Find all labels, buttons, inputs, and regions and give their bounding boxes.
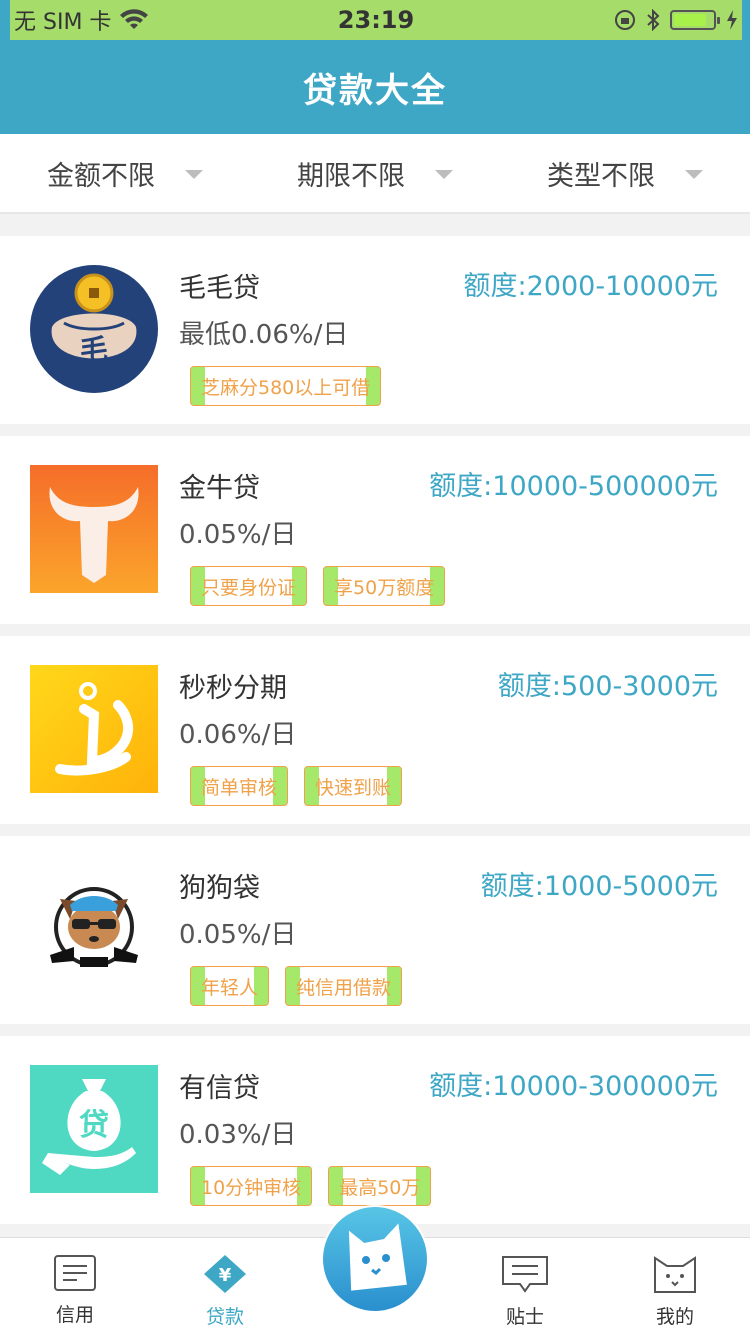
filter-amount-label: 金额不限: [47, 160, 155, 192]
loan-name: 狗狗袋: [179, 873, 260, 904]
loan-name: 秒秒分期: [179, 673, 287, 704]
tab-credit[interactable]: 信用: [0, 1238, 150, 1334]
filter-type[interactable]: 类型不限: [500, 134, 750, 212]
battery-icon: [670, 10, 720, 30]
tab-label: 我的: [655, 1306, 694, 1328]
message-icon: [502, 1256, 548, 1293]
filter-amount[interactable]: 金额不限: [0, 134, 250, 212]
tab-label: 信用: [55, 1304, 94, 1326]
logo-char: 贷: [79, 1108, 109, 1143]
loan-name: 金牛贷: [179, 473, 260, 504]
loan-tags: 只要身份证 享50万额度: [190, 566, 446, 606]
loan-quota: 额度:2000-10000元: [463, 271, 718, 302]
status-right: [614, 9, 738, 31]
loan-rate: 0.06%/日: [179, 720, 297, 750]
tab-label: 贷款: [205, 1306, 244, 1328]
loan-tag: 只要身份证: [190, 566, 308, 606]
loan-tag: 芝麻分580以上可借: [190, 366, 382, 406]
logo-char: 毛: [80, 333, 108, 366]
caret-down-icon: [685, 169, 703, 179]
page-title: 贷款大全: [303, 70, 447, 111]
wifi-icon: [120, 9, 149, 29]
filter-term-label: 期限不限: [297, 160, 405, 192]
loan-rate: 最低0.06%/日: [179, 320, 349, 350]
loan-tag: 简单审核: [190, 766, 289, 806]
loan-card[interactable]: 毛 毛毛贷 最低0.06%/日 额度:2000-10000元 芝麻分580以上可…: [0, 236, 750, 424]
caret-down-icon: [435, 169, 453, 179]
loan-rate: 0.05%/日: [179, 520, 297, 550]
loan-quota: 额度:10000-500000元: [429, 471, 718, 502]
loan-tags: 10分钟审核 最高50万: [190, 1166, 432, 1206]
loan-quota: 额度:500-3000元: [497, 671, 718, 702]
cat-outline-icon: [654, 1256, 696, 1293]
loan-quota: 额度:10000-300000元: [429, 1071, 718, 1102]
document-icon: [54, 1255, 96, 1291]
tab-label: 贴士: [505, 1306, 544, 1328]
loan-tag: 享50万额度: [323, 566, 446, 606]
dog-logo-icon: [30, 865, 158, 993]
money-bag-logo-icon: 毛: [30, 265, 158, 393]
tab-loans[interactable]: ¥ 贷款: [150, 1238, 300, 1334]
tab-mine[interactable]: 我的: [600, 1238, 750, 1334]
filter-bar: 金额不限 期限不限 类型不限: [0, 134, 750, 214]
status-bar-inner: 无 SIM 卡 23:19: [10, 0, 742, 40]
cat-face-icon: [348, 1223, 407, 1291]
money-bag-hand-logo-icon: 贷: [30, 1065, 158, 1193]
center-button-face: [323, 1207, 427, 1311]
loan-tags: 简单审核 快速到账: [190, 766, 403, 806]
loan-card[interactable]: 贷 有信贷 0.03%/日 额度:10000-300000元 10分钟审核 最高…: [0, 1036, 750, 1224]
filter-term[interactable]: 期限不限: [250, 134, 500, 212]
bull-logo-icon: [30, 465, 158, 593]
loan-name: 毛毛贷: [179, 273, 260, 304]
battery-fill: [674, 14, 707, 26]
rotation-lock-icon: [615, 10, 635, 30]
carrier-label: 无 SIM 卡: [14, 10, 112, 35]
caret-down-icon: [185, 169, 203, 179]
tab-tips[interactable]: 贴士: [450, 1238, 600, 1334]
loan-card[interactable]: 秒秒分期 0.06%/日 额度:500-3000元 简单审核 快速到账: [0, 636, 750, 824]
loan-card[interactable]: 狗狗袋 0.05%/日 额度:1000-5000元 年轻人 纯信用借款: [0, 836, 750, 1024]
status-left: 无 SIM 卡: [14, 4, 149, 36]
filter-type-label: 类型不限: [547, 160, 655, 192]
bluetooth-icon: [647, 9, 660, 31]
loan-tag: 快速到账: [304, 766, 403, 806]
loan-tag: 10分钟审核: [190, 1166, 313, 1206]
charging-icon: [727, 10, 737, 30]
loan-quota: 额度:1000-5000元: [480, 871, 718, 902]
loan-card[interactable]: 金牛贷 0.05%/日 额度:10000-500000元 只要身份证 享50万额…: [0, 436, 750, 624]
loan-tag: 最高50万: [328, 1166, 432, 1206]
loan-tags: 芝麻分580以上可借: [190, 366, 382, 406]
loan-tag: 年轻人: [190, 966, 270, 1006]
yen-icon: ¥: [204, 1255, 246, 1293]
timer-logo-icon: [30, 665, 158, 793]
loan-rate: 0.03%/日: [179, 1120, 297, 1150]
loan-tags: 年轻人 纯信用借款: [190, 966, 403, 1006]
status-bar: 无 SIM 卡 23:19: [0, 0, 750, 40]
center-home-button[interactable]: [321, 1205, 429, 1313]
nav-header: 贷款大全: [0, 40, 750, 134]
loan-name: 有信贷: [179, 1073, 260, 1104]
loan-tag: 纯信用借款: [285, 966, 403, 1006]
svg-text:¥: ¥: [219, 1265, 232, 1286]
loan-rate: 0.05%/日: [179, 920, 297, 950]
loan-list: 毛 毛毛贷 最低0.06%/日 额度:2000-10000元 芝麻分580以上可…: [0, 236, 750, 1236]
